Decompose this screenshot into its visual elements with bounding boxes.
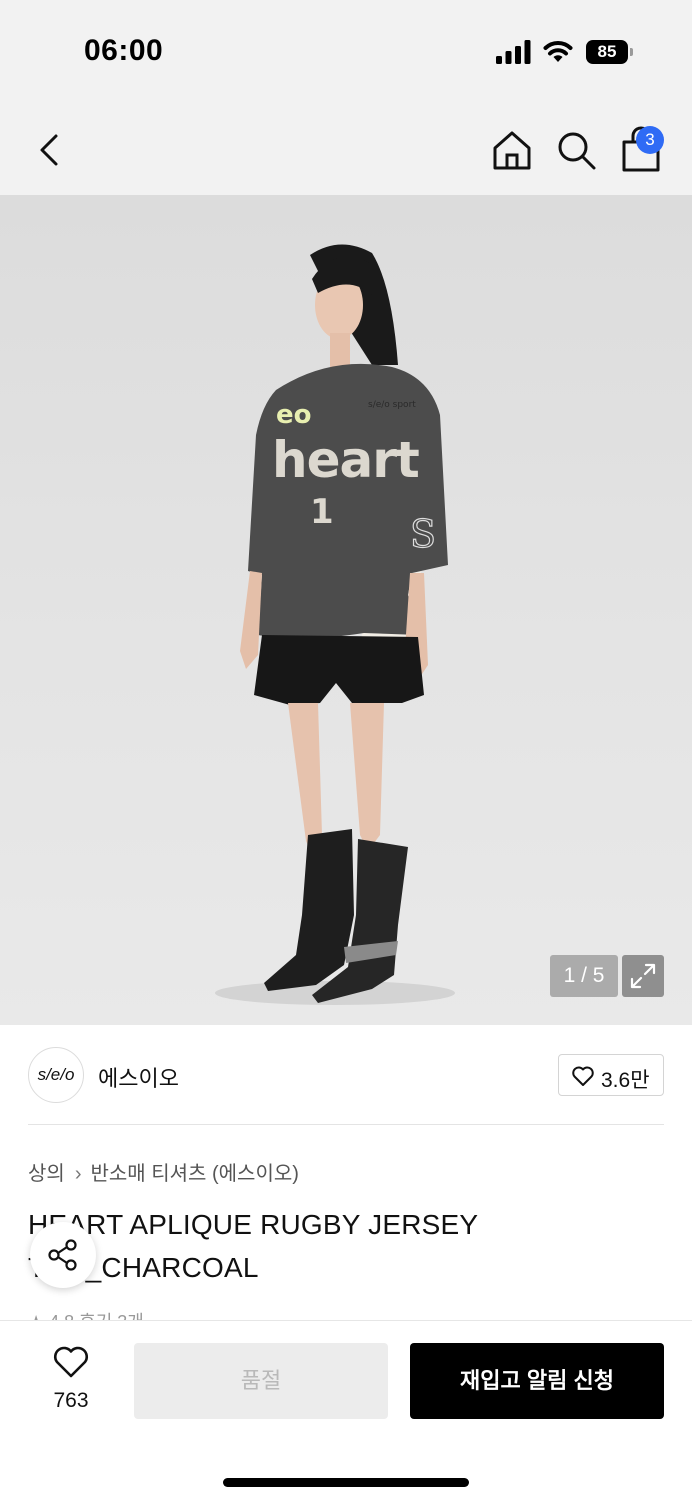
product-title: HEART APLIQUE RUGBY JERSEY TOP_CHARCOAL [28,1209,478,1283]
status-bar: 06:00 85 [0,0,692,100]
brand-like-button[interactable]: 3.6만 [558,1054,664,1096]
wishlist-button[interactable]: 763 [40,1345,102,1415]
heart-outline-icon [54,1346,88,1378]
battery-icon: 85 [586,40,634,64]
image-counter: 1 / 5 [550,955,618,997]
breadcrumb-category[interactable]: 상의 [28,1163,65,1185]
bottom-action-bar: 763 품절 재입고 알림 신청 [0,1320,692,1500]
wishlist-count: 763 [53,1389,89,1412]
right-leg [350,703,384,851]
home-indicator[interactable] [223,1478,469,1487]
share-icon [48,1239,77,1271]
soldout-button: 품절 [134,1343,388,1419]
breadcrumb: 상의 › 반소매 티셔츠 (에스이오) [28,1157,299,1186]
cellular-signal-icon [496,40,531,64]
status-time: 06:00 [84,34,164,67]
black-shorts [254,635,424,705]
print-number: 1 [310,492,334,532]
wifi-icon [543,40,573,62]
left-boot [264,829,354,991]
print-eo: eo [276,400,312,430]
print-tag: s/e/o sport [368,400,416,410]
share-button[interactable] [30,1222,96,1288]
breadcrumb-subcategory[interactable]: 반소매 티셔츠 (에스이오) [90,1163,298,1185]
brand-logo[interactable]: s/e/o [28,1047,84,1103]
product-detail-page: 06:00 85 3 eo heart 1 s/e/o sport S 1 / … [0,0,692,1500]
product-image[interactable]: eo heart 1 s/e/o sport S [0,195,692,1025]
left-arm [240,571,262,669]
heart-outline-icon [572,1066,594,1086]
expand-icon[interactable] [622,955,664,997]
left-leg [288,703,322,855]
chevron-right-icon: › [74,1163,82,1185]
section-divider [28,1124,664,1125]
restock-alert-button[interactable]: 재입고 알림 신청 [410,1343,664,1419]
cart-count-badge: 3 [636,126,664,154]
battery-level: 85 [586,40,628,64]
top-nav-bar [0,100,692,195]
battery-tip [630,48,633,56]
print-sleeve-letter: S [410,512,436,556]
back-arrow-icon[interactable] [30,130,70,170]
brand-name[interactable]: 에스이오 [98,1061,179,1093]
neck [330,333,350,367]
search-icon[interactable] [554,128,598,172]
brand-like-count: 3.6만 [601,1069,650,1092]
review-summary[interactable]: ★ 4.8 후기 3개 [28,1308,144,1320]
model-photo: eo heart 1 s/e/o sport S [215,244,455,1005]
home-icon[interactable] [490,128,534,172]
print-heart: heart [272,431,419,489]
